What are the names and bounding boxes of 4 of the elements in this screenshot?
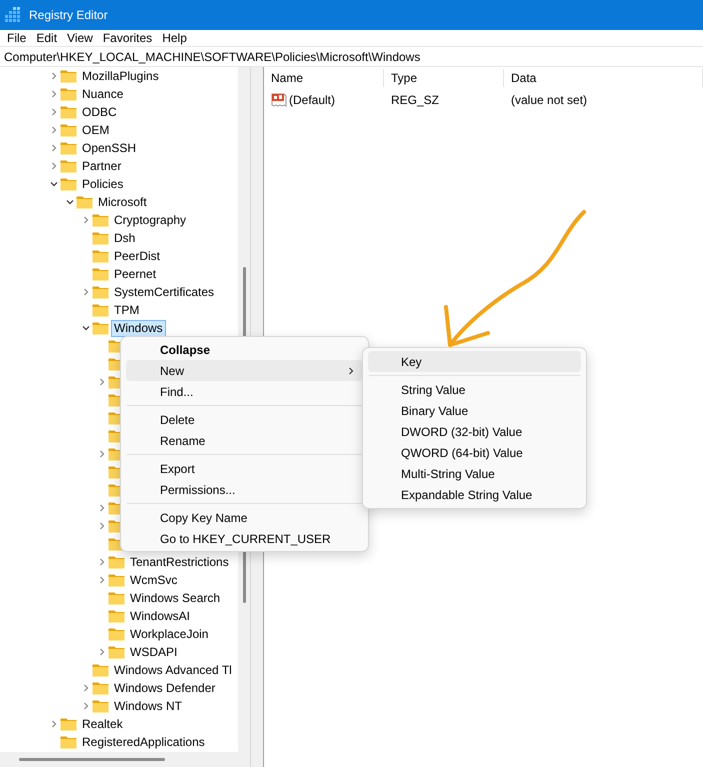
- window-title: Registry Editor: [29, 8, 108, 22]
- table-cell: (Default): [289, 93, 336, 107]
- table-cell-text: REG_SZ: [390, 93, 440, 107]
- table-cell-text: (value not set): [510, 93, 588, 107]
